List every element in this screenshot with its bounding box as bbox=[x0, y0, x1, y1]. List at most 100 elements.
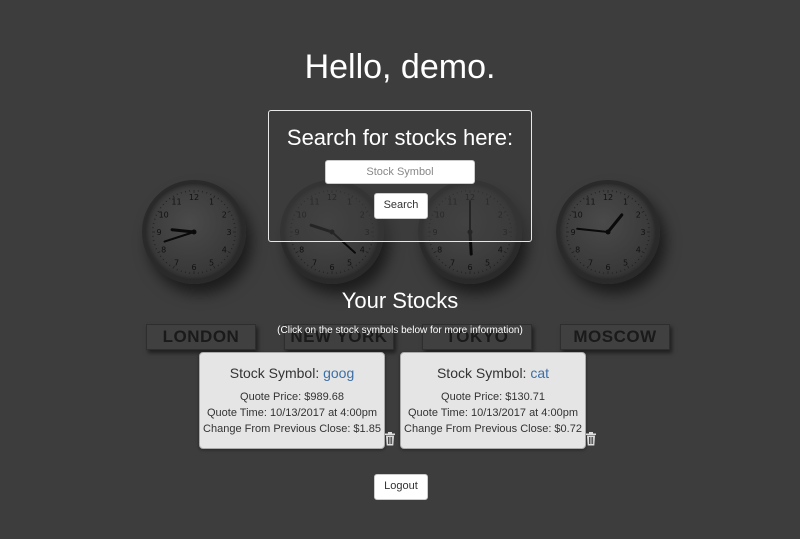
clock-hand bbox=[163, 231, 195, 243]
clock-tick bbox=[210, 268, 212, 271]
logout-button[interactable]: Logout bbox=[374, 474, 428, 500]
clock-numeral: 4 bbox=[498, 246, 503, 255]
trash-icon[interactable] bbox=[384, 432, 396, 446]
clock-face: 123456789101112 bbox=[566, 190, 650, 274]
quote-price: Quote Price: $989.68 bbox=[240, 391, 344, 403]
clock-tick bbox=[444, 264, 447, 267]
stock-symbol-label: Stock Symbol: bbox=[436, 365, 531, 381]
clock-tick bbox=[223, 258, 226, 261]
clock-tick bbox=[502, 255, 505, 258]
clock-tick bbox=[370, 244, 373, 246]
stock-symbol-link[interactable]: goog bbox=[323, 365, 354, 381]
clock-tick bbox=[180, 191, 182, 194]
clock-numeral: 4 bbox=[222, 246, 227, 255]
clock-numeral: 3 bbox=[226, 228, 231, 237]
clock-tick bbox=[435, 255, 438, 258]
clock-tick bbox=[232, 244, 235, 246]
clock-tick bbox=[227, 251, 231, 254]
clock-tick bbox=[573, 255, 576, 258]
stock-symbol-input[interactable] bbox=[325, 160, 475, 184]
clock-tick bbox=[210, 193, 212, 196]
clock-numeral: 3 bbox=[640, 228, 645, 237]
clock-tick bbox=[637, 258, 640, 261]
clock-tick bbox=[644, 214, 647, 216]
clock-numeral: 8 bbox=[161, 246, 166, 255]
clock-tick bbox=[153, 218, 156, 220]
clock-tick bbox=[452, 268, 454, 271]
stock-symbol-link[interactable]: cat bbox=[530, 365, 549, 381]
quote-time: Quote Time: 10/13/2017 at 4:00pm bbox=[206, 407, 377, 419]
search-panel: Search for stocks here: Search bbox=[268, 110, 532, 242]
clock-tick bbox=[579, 200, 582, 203]
quote-time: Quote Time: 10/13/2017 at 4:00pm bbox=[407, 407, 578, 419]
clock-numeral: 6 bbox=[329, 263, 334, 272]
clock-tick bbox=[368, 248, 371, 250]
clock-tick bbox=[206, 270, 208, 273]
clock-numeral: 2 bbox=[222, 211, 227, 220]
clock-tick bbox=[429, 244, 432, 246]
clock-tick bbox=[486, 268, 488, 271]
clock-hand bbox=[170, 228, 196, 234]
clock-tick bbox=[159, 206, 162, 209]
clock-tick bbox=[641, 210, 645, 213]
clock-tick bbox=[155, 248, 158, 250]
clock-numeral: 6 bbox=[191, 263, 196, 272]
clock-tick bbox=[230, 248, 233, 250]
clock-tick bbox=[644, 248, 647, 250]
clock-tick bbox=[153, 244, 156, 246]
clock-tick bbox=[431, 248, 434, 250]
clock-tick bbox=[569, 214, 572, 216]
clock-numeral: 9 bbox=[156, 228, 161, 237]
clock-tick bbox=[567, 244, 570, 246]
clock-tick bbox=[227, 210, 231, 213]
clock-face: 123456789101112 bbox=[152, 190, 236, 274]
clock-tick bbox=[646, 218, 649, 220]
stock-card-cat: Stock Symbol: cat Quote Price: $130.71 Q… bbox=[400, 352, 586, 449]
stock-title: Stock Symbol: goog bbox=[200, 365, 384, 381]
clock-tick bbox=[506, 248, 509, 250]
clock-tick bbox=[155, 214, 158, 216]
clock-tick bbox=[438, 258, 441, 261]
clock-numeral: 6 bbox=[605, 263, 610, 272]
clock-numeral: 8 bbox=[575, 246, 580, 255]
your-stocks-heading: Your Stocks bbox=[341, 288, 459, 313]
clock-tick bbox=[293, 248, 296, 250]
clock-tick bbox=[162, 258, 165, 261]
clock-tick bbox=[590, 193, 592, 196]
clock-tick bbox=[640, 255, 643, 258]
clock-tick bbox=[641, 251, 645, 254]
clock-tick bbox=[646, 244, 649, 246]
clock-tick bbox=[567, 218, 570, 220]
clock-tick bbox=[318, 270, 320, 273]
search-button[interactable]: Search bbox=[374, 193, 428, 219]
clock-tick bbox=[579, 261, 582, 264]
clock-tick bbox=[573, 206, 576, 209]
clock-numeral: 9 bbox=[570, 228, 575, 237]
change-from-close: Change From Previous Close: $1.85 bbox=[203, 423, 381, 435]
clock-tick bbox=[344, 270, 346, 273]
clock-tick bbox=[496, 261, 499, 264]
clock-tick bbox=[508, 244, 511, 246]
clock-tick bbox=[582, 197, 585, 200]
clock-numeral: 1 bbox=[623, 198, 628, 207]
clock-numeral: 1 bbox=[209, 198, 214, 207]
clock-tick bbox=[590, 268, 592, 271]
clock-tick bbox=[624, 268, 626, 271]
clock-tick bbox=[157, 251, 161, 254]
clock-numeral: 12 bbox=[189, 193, 199, 202]
clock-numeral: 10 bbox=[159, 211, 169, 220]
trash-icon[interactable] bbox=[585, 432, 597, 446]
clock-tick bbox=[361, 258, 364, 261]
clock-tick bbox=[355, 264, 358, 267]
clock-tick bbox=[364, 255, 367, 258]
clock-tick bbox=[576, 203, 579, 206]
clock-tick bbox=[220, 261, 223, 264]
stocks-hint: (Click on the stock symbols below for mo… bbox=[277, 325, 523, 336]
clock-tick bbox=[441, 261, 444, 264]
quote-price: Quote Price: $130.71 bbox=[441, 391, 545, 403]
clock-numeral: 4 bbox=[636, 246, 641, 255]
clock-tick bbox=[168, 264, 171, 267]
clock-tick bbox=[217, 197, 220, 200]
clock-tick bbox=[297, 255, 300, 258]
clock-tick bbox=[217, 264, 220, 267]
